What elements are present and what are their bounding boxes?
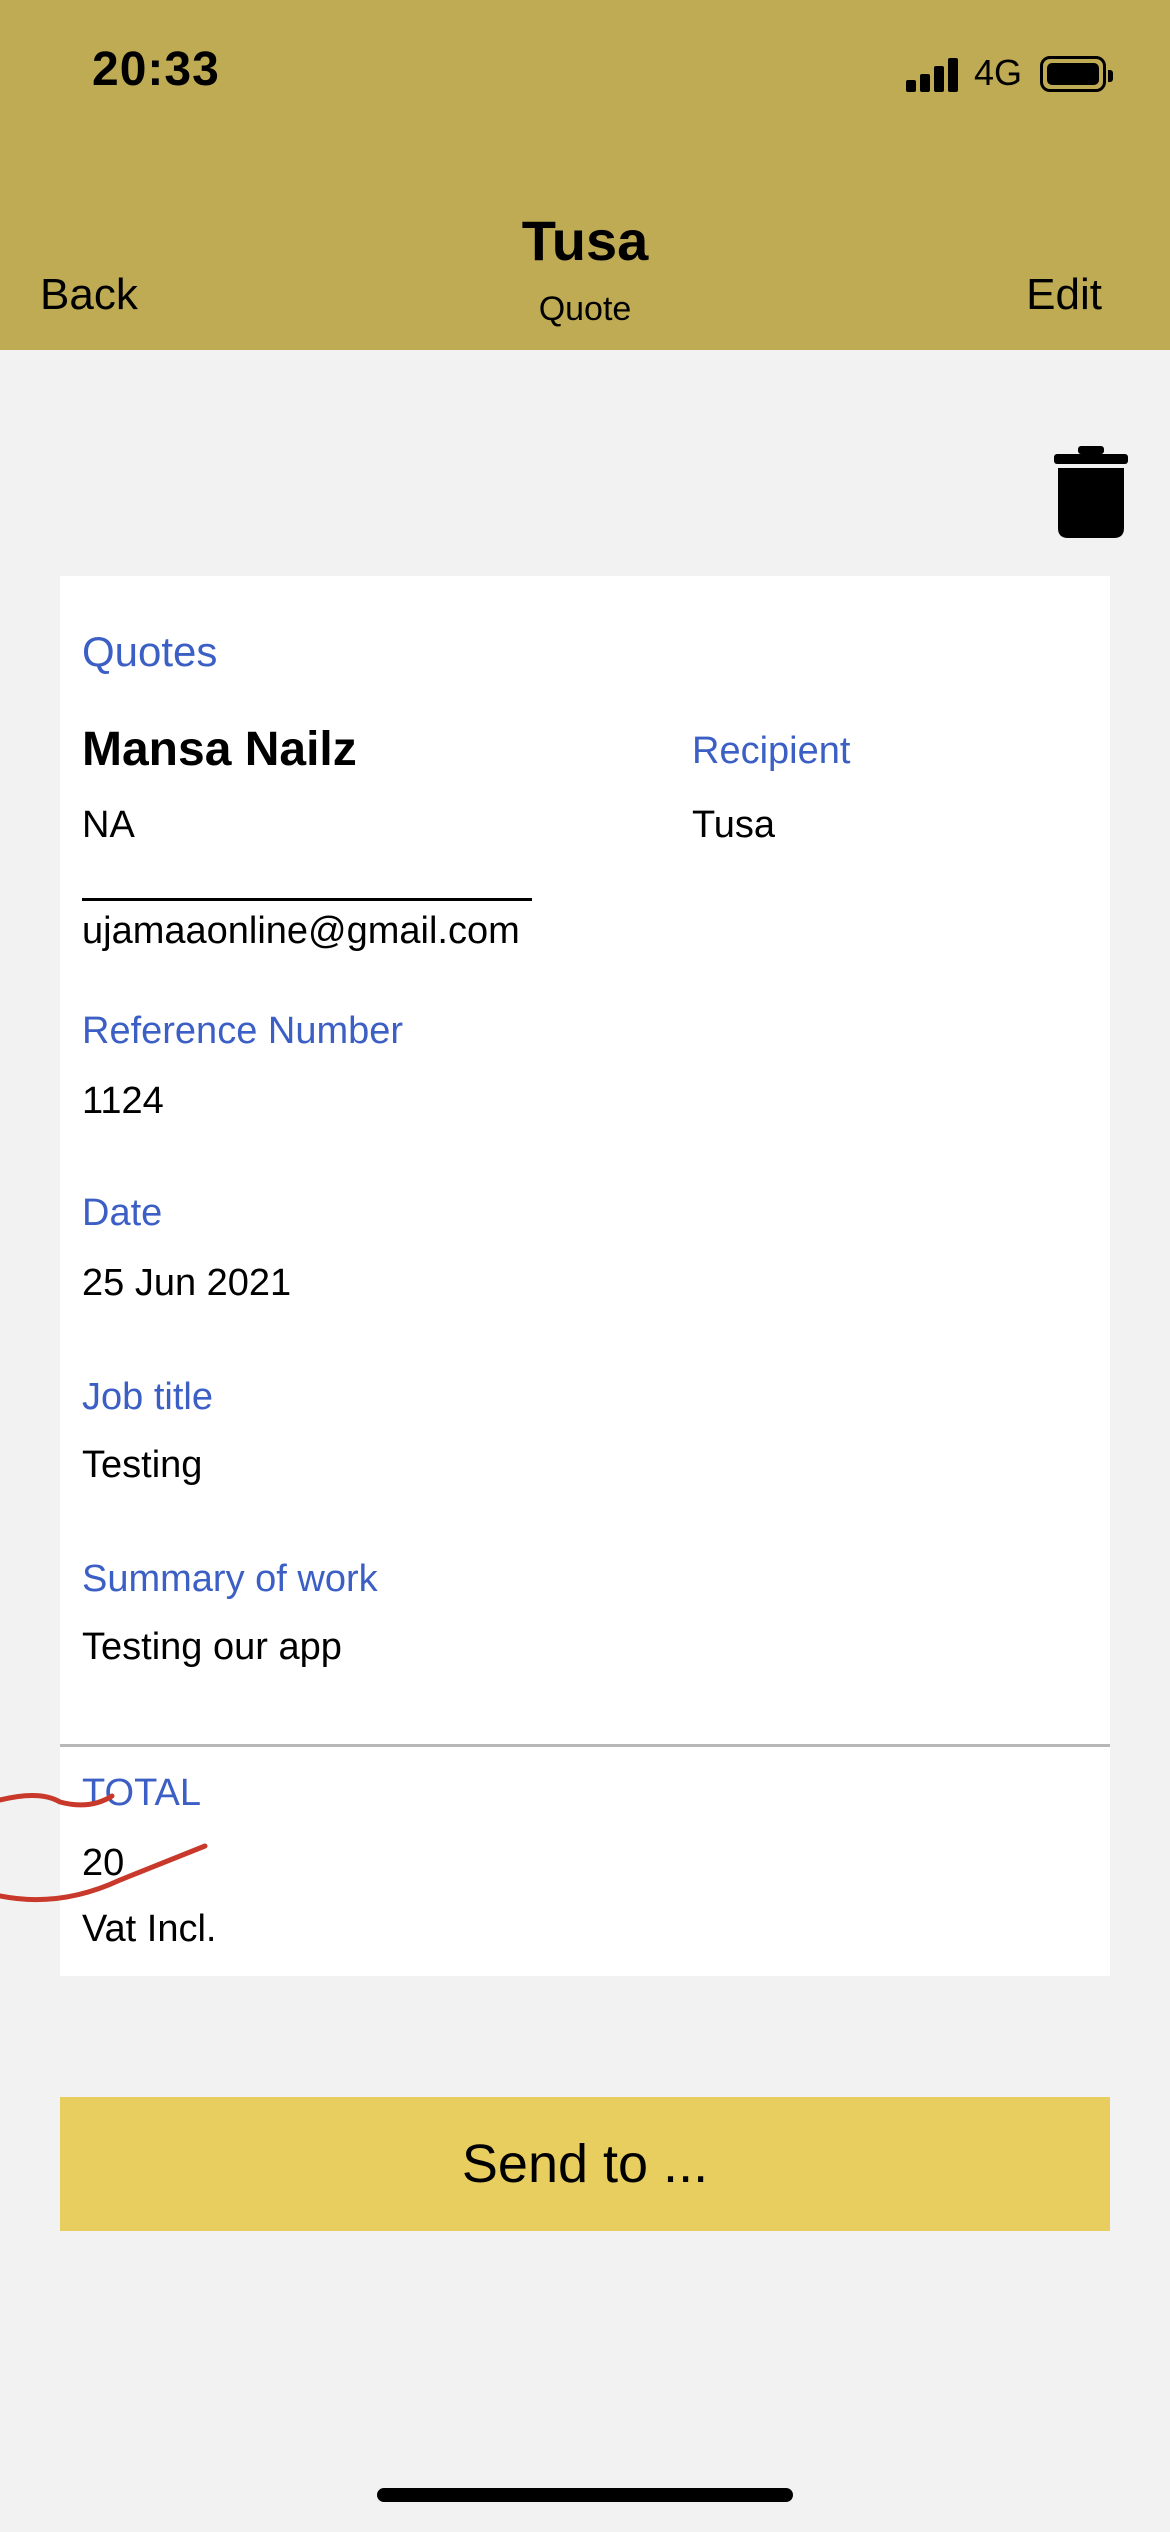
date-label: Date [82,1192,163,1234]
page-subtitle: Quote [538,290,632,328]
trash-icon[interactable] [1054,446,1128,538]
vat-note: Vat Incl. [82,1908,217,1950]
page-title: Tusa [521,209,649,272]
app-header: 20:33 4G Tusa Quote Back Edit [0,0,1170,350]
send-to-button[interactable]: Send to ... [60,2097,1110,2231]
job-title-value: Testing [82,1444,203,1486]
recipient-label: Recipient [692,730,851,772]
summary-label: Summary of work [82,1558,378,1600]
sender-address: NA [82,804,135,846]
date-value: 25 Jun 2021 [82,1262,292,1304]
reference-value: 1124 [82,1080,164,1122]
section-label: Quotes [82,628,218,675]
address-underline [82,898,532,901]
sender-name: Mansa Nailz [82,723,357,776]
battery-icon [1040,56,1113,92]
summary-value: Testing our app [82,1626,342,1668]
job-title-label: Job title [82,1376,213,1418]
network-type: 4G [974,52,1023,93]
status-time: 20:33 [92,43,220,96]
sender-email: ujamaaonline@gmail.com [82,910,520,952]
total-divider [60,1744,1110,1747]
recipient-value: Tusa [692,804,776,846]
total-label: TOTAL [82,1772,201,1814]
reference-label: Reference Number [82,1010,404,1052]
signal-strength-icon [906,58,960,92]
total-value: 20 [82,1842,125,1884]
edit-button[interactable]: Edit [1026,270,1102,320]
quote-card: Quotes Mansa Nailz NA ujamaaonline@gmail… [60,576,1110,1976]
back-button[interactable]: Back [40,270,138,320]
home-indicator[interactable] [377,2488,793,2502]
